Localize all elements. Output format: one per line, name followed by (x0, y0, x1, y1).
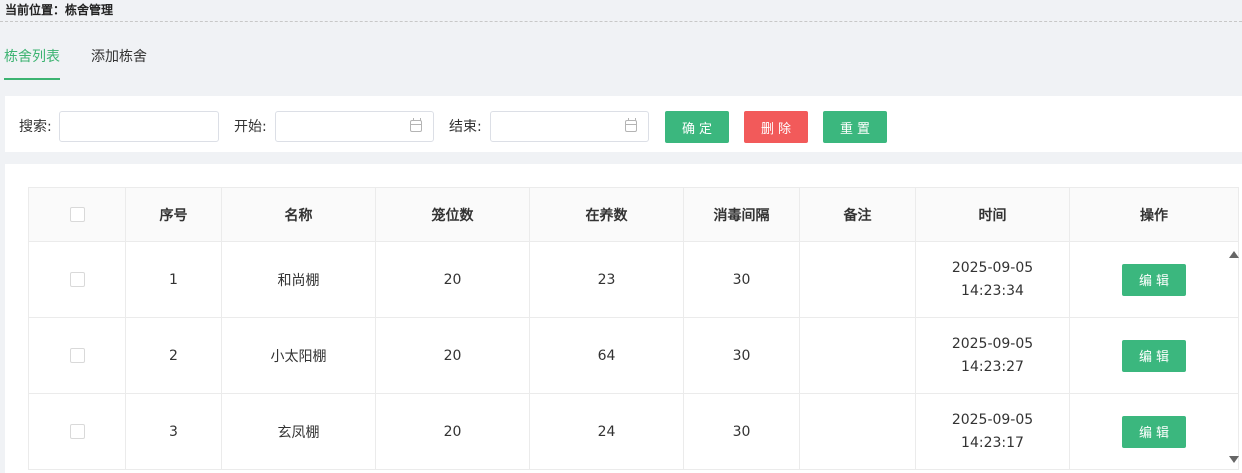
row-cages: 20 (376, 394, 530, 469)
row-time-text: 14:23:27 (961, 358, 1024, 375)
header-cages: 笼位数 (376, 188, 530, 241)
row-time: 2025-09-05 14:23:27 (916, 318, 1070, 393)
header-action: 操作 (1070, 188, 1239, 241)
reset-button[interactable]: 重置 (823, 111, 887, 143)
house-table: 序号 名称 笼位数 在养数 消毒间隔 备注 时间 操作 1 和尚棚 20 23 … (28, 187, 1239, 470)
row-stock: 23 (530, 242, 684, 317)
confirm-button[interactable]: 确定 (665, 111, 729, 143)
table-header-row: 序号 名称 笼位数 在养数 消毒间隔 备注 时间 操作 (29, 188, 1239, 242)
breadcrumb: 当前位置：栋舍管理 (0, 0, 1242, 22)
table-row: 3 玄凤棚 20 24 30 2025-09-05 14:23:17 编辑 (29, 394, 1239, 470)
row-date-text: 2025-09-05 (951, 335, 1034, 352)
row-date-text: 2025-09-05 (951, 259, 1034, 276)
row-name: 和尚棚 (222, 242, 376, 317)
breadcrumb-current: 栋舍管理 (65, 3, 114, 17)
table-panel: 序号 名称 笼位数 在养数 消毒间隔 备注 时间 操作 1 和尚棚 20 23 … (5, 164, 1242, 473)
row-action-cell: 编辑 (1070, 242, 1239, 317)
search-label: 搜索: (19, 119, 52, 135)
row-action-cell: 编辑 (1070, 394, 1239, 469)
row-cages: 20 (376, 318, 530, 393)
search-bar: 搜索: 开始: 结束: 确定 删除 重置 (5, 96, 1242, 152)
row-note (800, 242, 916, 317)
row-stock: 64 (530, 318, 684, 393)
start-date-input[interactable] (275, 111, 434, 142)
tab-add-house[interactable]: 添加栋舍 (91, 40, 147, 80)
row-name: 玄凤棚 (222, 394, 376, 469)
header-select-all-cell (29, 188, 126, 241)
row-date-text: 2025-09-05 (951, 411, 1034, 428)
header-note: 备注 (800, 188, 916, 241)
row-index: 1 (126, 242, 222, 317)
row-index: 2 (126, 318, 222, 393)
row-select-cell (29, 394, 126, 469)
row-checkbox[interactable] (69, 272, 85, 287)
header-stock: 在养数 (530, 188, 684, 241)
row-time: 2025-09-05 14:23:17 (916, 394, 1070, 469)
row-time-text: 14:23:34 (961, 282, 1024, 299)
vertical-scrollbar[interactable] (1224, 246, 1242, 473)
header-index: 序号 (126, 188, 222, 241)
row-interval: 30 (684, 242, 800, 317)
end-date-input[interactable] (490, 111, 649, 142)
header-interval: 消毒间隔 (684, 188, 800, 241)
row-checkbox[interactable] (69, 348, 85, 363)
tab-bar: 栋舍列表 添加栋舍 (0, 40, 400, 82)
row-checkbox[interactable] (69, 424, 85, 439)
table-row: 1 和尚棚 20 23 30 2025-09-05 14:23:34 编辑 (29, 242, 1239, 318)
row-action-cell: 编辑 (1070, 318, 1239, 393)
edit-button[interactable]: 编辑 (1122, 263, 1186, 296)
edit-button[interactable]: 编辑 (1122, 415, 1186, 448)
delete-button[interactable]: 删除 (744, 111, 808, 143)
row-time: 2025-09-05 14:23:34 (916, 242, 1070, 317)
edit-button[interactable]: 编辑 (1122, 339, 1186, 372)
row-note (800, 394, 916, 469)
select-all-checkbox[interactable] (69, 207, 85, 222)
calendar-icon (625, 118, 637, 132)
row-interval: 30 (684, 318, 800, 393)
breadcrumb-label: 当前位置： (5, 3, 66, 17)
search-input[interactable] (59, 111, 219, 142)
row-cages: 20 (376, 242, 530, 317)
table-row: 2 小太阳棚 20 64 30 2025-09-05 14:23:27 编辑 (29, 318, 1239, 394)
scroll-up-arrow-icon[interactable] (1229, 251, 1239, 258)
row-select-cell (29, 242, 126, 317)
scroll-down-arrow-icon[interactable] (1229, 456, 1239, 463)
row-stock: 24 (530, 394, 684, 469)
header-time: 时间 (916, 188, 1070, 241)
tab-house-list[interactable]: 栋舍列表 (4, 40, 60, 80)
calendar-icon (410, 118, 422, 132)
start-label: 开始: (234, 119, 267, 135)
row-name: 小太阳棚 (222, 318, 376, 393)
header-name: 名称 (222, 188, 376, 241)
row-interval: 30 (684, 394, 800, 469)
end-label: 结束: (449, 119, 482, 135)
row-time-text: 14:23:17 (961, 434, 1024, 451)
row-select-cell (29, 318, 126, 393)
row-index: 3 (126, 394, 222, 469)
row-note (800, 318, 916, 393)
